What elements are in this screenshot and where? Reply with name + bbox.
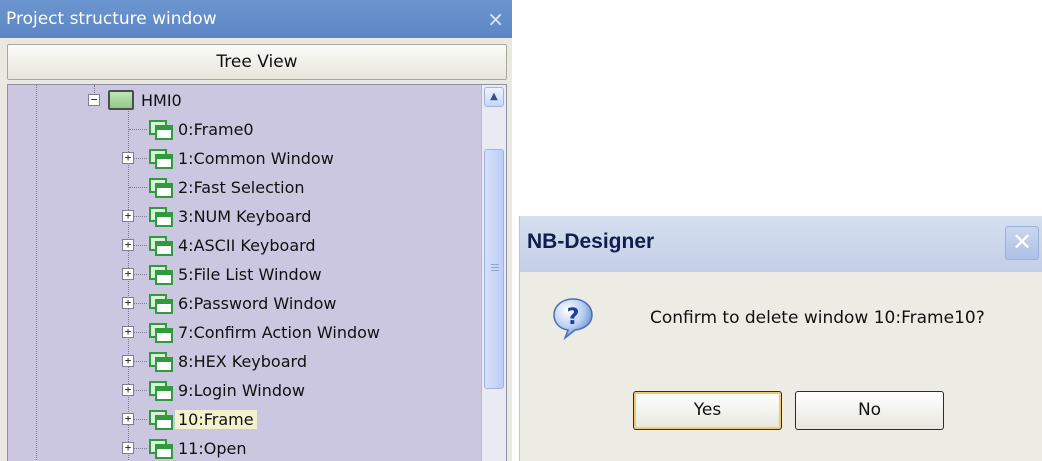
expand-icon[interactable]: + <box>122 210 134 222</box>
tree-item-label: 6:Password Window <box>178 293 337 313</box>
tree-item[interactable]: 4:ASCII Keyboard <box>149 231 316 259</box>
tree-root-hmi0[interactable]: − HMI0 <box>88 86 182 114</box>
tree-item[interactable]: 5:File List Window <box>149 260 322 288</box>
expand-icon[interactable]: + <box>122 268 134 280</box>
project-structure-window: Project structure window × Tree View − H… <box>0 0 512 461</box>
dialog-title: NB-Designer <box>527 230 655 253</box>
expand-icon[interactable]: + <box>122 297 134 309</box>
tree-item[interactable]: 7:Confirm Action Window <box>149 318 380 346</box>
tree-line <box>36 85 37 461</box>
tree-item-label: 8:HEX Keyboard <box>178 351 307 371</box>
window-icon <box>149 381 173 401</box>
tree-item-label: 3:NUM Keyboard <box>178 206 312 226</box>
collapse-icon[interactable]: − <box>88 94 100 106</box>
dialog-close-icon[interactable]: ✕ <box>1005 226 1039 260</box>
tree-item-label: 2:Fast Selection <box>178 177 305 197</box>
window-icon <box>149 178 173 198</box>
tree-root-label: HMI0 <box>141 90 182 110</box>
tree-item-label: 1:Common Window <box>178 148 334 168</box>
expand-icon[interactable]: + <box>122 413 134 425</box>
tree-item[interactable]: 9:Login Window <box>149 376 305 404</box>
expand-icon[interactable]: + <box>122 326 134 338</box>
tree-item-label: 9:Login Window <box>178 380 305 400</box>
tree-item-label: 11:Open <box>178 438 247 458</box>
confirm-delete-dialog: NB-Designer ✕ ? Confirm to delete window… <box>519 216 1042 461</box>
tree-item[interactable]: 1:Common Window <box>149 144 334 172</box>
hmi-icon <box>108 90 134 110</box>
tree-item-label: 5:File List Window <box>178 264 322 284</box>
window-icon <box>149 410 173 430</box>
project-window-title: Project structure window <box>6 9 217 29</box>
window-icon <box>149 439 173 459</box>
window-icon <box>149 236 173 256</box>
tree-item-label: 4:ASCII Keyboard <box>178 235 316 255</box>
scroll-up-icon[interactable]: ▲ <box>484 87 504 107</box>
close-icon[interactable]: × <box>487 0 504 38</box>
expand-icon[interactable]: + <box>122 239 134 251</box>
tree-item[interactable]: 6:Password Window <box>149 289 336 317</box>
window-icon <box>149 120 173 140</box>
svg-text:?: ? <box>567 305 580 330</box>
tree-item[interactable]: 10:Frame <box>149 405 257 433</box>
tree-item[interactable]: 2:Fast Selection <box>149 173 305 201</box>
project-window-title-bar: Project structure window × <box>0 0 512 38</box>
tree-item[interactable]: 0:Frame0 <box>149 115 254 143</box>
project-tree: − HMI0 0:Frame0 +1:Common Window 2:Fast Se… <box>7 84 507 461</box>
tree-item-label: 0:Frame0 <box>178 119 254 139</box>
tree-line <box>129 129 147 130</box>
window-icon <box>149 207 173 227</box>
tree-item[interactable]: 11:Open <box>149 434 246 461</box>
no-button[interactable]: No <box>795 391 944 430</box>
tree-item-label: 10:Frame <box>175 409 257 429</box>
window-icon <box>149 294 173 314</box>
expand-icon[interactable]: + <box>122 384 134 396</box>
dialog-message: Confirm to delete window 10:Frame10? <box>650 308 985 328</box>
question-icon: ? <box>553 298 593 340</box>
vertical-scrollbar[interactable]: ▲ <box>481 85 506 461</box>
tree-line <box>129 187 147 188</box>
tree-item[interactable]: 8:HEX Keyboard <box>149 347 307 375</box>
window-icon <box>149 149 173 169</box>
tree-item-label: 7:Confirm Action Window <box>178 322 380 342</box>
window-icon <box>149 265 173 285</box>
dialog-title-bar: NB-Designer ✕ <box>520 216 1042 272</box>
scroll-thumb[interactable] <box>484 149 504 389</box>
window-icon <box>149 352 173 372</box>
expand-icon[interactable]: + <box>122 152 134 164</box>
yes-button[interactable]: Yes <box>633 391 782 430</box>
tree-item[interactable]: 3:NUM Keyboard <box>149 202 311 230</box>
window-icon <box>149 323 173 343</box>
tab-tree-view[interactable]: Tree View <box>7 44 507 80</box>
expand-icon[interactable]: + <box>122 442 134 454</box>
expand-icon[interactable]: + <box>122 355 134 367</box>
